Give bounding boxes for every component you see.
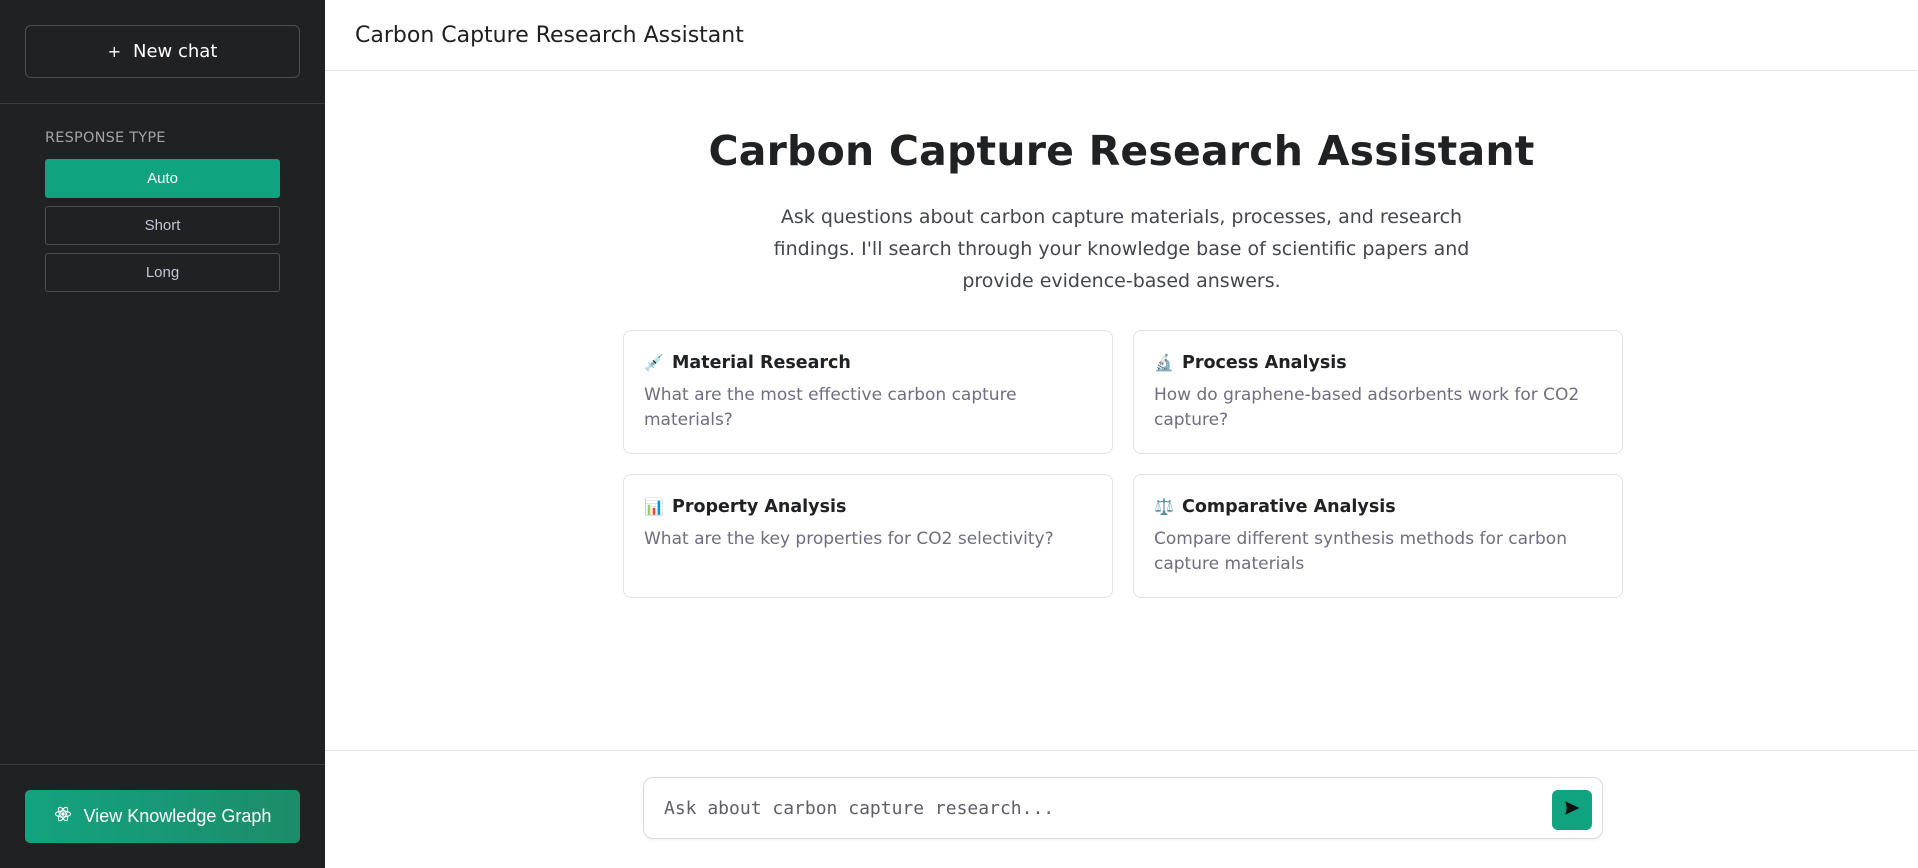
card-header: 💉 Material Research [644, 353, 1092, 373]
response-type-section: RESPONSE TYPE Auto Short Long [0, 104, 325, 300]
sidebar-footer: View Knowledge Graph [0, 764, 325, 868]
card-description: What are the key properties for CO2 sele… [644, 529, 1054, 549]
response-type-auto-button[interactable]: Auto [45, 159, 280, 198]
suggestion-card-material-research[interactable]: 💉 Material Research What are the most ef… [623, 330, 1113, 454]
card-title: Property Analysis [672, 497, 847, 517]
suggestion-card-process-analysis[interactable]: 🔬 Process Analysis How do graphene-based… [1133, 330, 1623, 454]
card-description: Compare different synthesis methods for … [1154, 529, 1567, 574]
view-knowledge-graph-label: View Knowledge Graph [83, 806, 272, 826]
card-description: What are the most effective carbon captu… [644, 385, 1017, 430]
card-title: Process Analysis [1182, 353, 1347, 373]
header-title: Carbon Capture Research Assistant [355, 22, 744, 48]
chat-input[interactable] [664, 778, 1544, 838]
send-button[interactable] [1552, 790, 1592, 830]
welcome-hero: Carbon Capture Research Assistant Ask qu… [325, 127, 1918, 297]
top-bar: Carbon Capture Research Assistant [325, 0, 1918, 71]
suggestion-cards: 💉 Material Research What are the most ef… [623, 330, 1623, 598]
card-header: 🔬 Process Analysis [1154, 353, 1602, 373]
hero-title: Carbon Capture Research Assistant [708, 127, 1535, 175]
chat-input-area [325, 750, 1918, 868]
atom-icon [54, 805, 72, 828]
card-title: Comparative Analysis [1182, 497, 1396, 517]
app-root: + New chat RESPONSE TYPE Auto Short Long [0, 0, 1918, 868]
main-panel: Carbon Capture Research Assistant Carbon… [325, 0, 1918, 868]
send-icon [1563, 799, 1581, 822]
hero-subtitle: Ask questions about carbon capture mater… [773, 206, 1470, 292]
plus-icon: + [107, 42, 122, 61]
response-type-title: RESPONSE TYPE [45, 130, 166, 146]
response-type-long-button[interactable]: Long [45, 253, 280, 292]
card-title: Material Research [672, 353, 851, 373]
bar-chart-icon: 📊 [644, 499, 664, 516]
response-type-short-button[interactable]: Short [45, 206, 280, 245]
suggestion-card-comparative-analysis[interactable]: ⚖️ Comparative Analysis Compare differen… [1133, 474, 1623, 598]
card-header: ⚖️ Comparative Analysis [1154, 497, 1602, 517]
card-description: How do graphene-based adsorbents work fo… [1154, 385, 1580, 430]
microscope-icon: 🔬 [1154, 355, 1174, 372]
chat-input-container [643, 777, 1603, 839]
new-chat-label: New chat [133, 41, 218, 62]
syringe-icon: 💉 [644, 355, 664, 372]
card-header: 📊 Property Analysis [644, 497, 1092, 517]
view-knowledge-graph-button[interactable]: View Knowledge Graph [25, 790, 300, 843]
sidebar: + New chat RESPONSE TYPE Auto Short Long [0, 0, 325, 868]
suggestion-card-property-analysis[interactable]: 📊 Property Analysis What are the key pro… [623, 474, 1113, 598]
new-chat-button[interactable]: + New chat [25, 25, 300, 78]
scales-icon: ⚖️ [1154, 499, 1174, 516]
